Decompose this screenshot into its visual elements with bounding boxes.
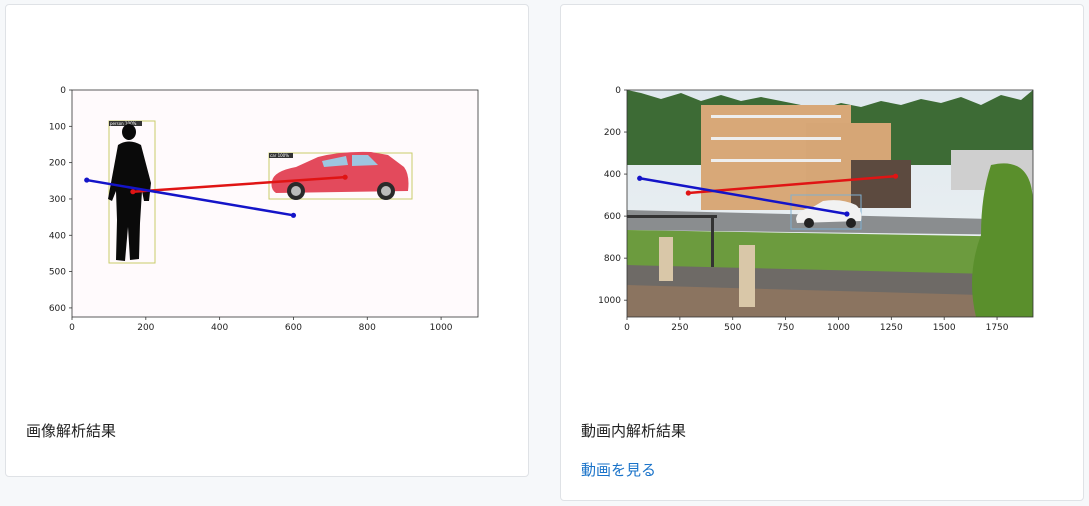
trajectory-start-point	[637, 175, 643, 181]
x-tick-label: 800	[359, 323, 376, 333]
view-video-link[interactable]: 動画を見る	[581, 459, 656, 480]
video-frame	[627, 90, 1033, 317]
x-axis-ticks: 0 250 500 750 1000 1250 1500 1750	[624, 317, 1009, 333]
y-tick-label: 600	[49, 304, 66, 314]
trajectory-start-point	[130, 189, 136, 195]
y-tick-label: 300	[49, 195, 66, 205]
video-analysis-plot: 0 200 400 600 800 1000 0 250 500 750 1000 1250 1500…	[598, 86, 1034, 333]
video-analysis-title: 動画内解析結果	[581, 422, 687, 440]
y-tick-label: 0	[615, 86, 621, 96]
x-axis-ticks: 0 200 400 600 800 1000	[69, 317, 453, 333]
x-tick-label: 1000	[430, 323, 453, 333]
x-tick-label: 400	[211, 323, 228, 333]
image-analysis-plot: 0100200300400500600 0 200 400 600 800 1000 pe…	[49, 86, 479, 333]
x-tick-label: 750	[777, 323, 794, 333]
x-tick-label: 500	[724, 323, 741, 333]
y-tick-label: 400	[49, 231, 66, 241]
image-analysis-title: 画像解析結果	[26, 422, 117, 440]
x-tick-label: 600	[285, 323, 302, 333]
x-tick-label: 0	[624, 323, 630, 333]
video-analysis-card: 0 200 400 600 800 1000 0 250 500 750 1000 1250 1500…	[560, 4, 1084, 501]
y-tick-label: 500	[49, 268, 66, 278]
y-tick-label: 1000	[598, 296, 621, 306]
y-tick-label: 0	[60, 86, 66, 96]
y-tick-label: 200	[49, 159, 66, 169]
trajectory-end-point	[844, 211, 850, 217]
x-tick-label: 1250	[880, 323, 903, 333]
trajectory-end-point	[892, 173, 899, 179]
x-tick-label: 250	[671, 323, 688, 333]
y-tick-label: 200	[604, 128, 621, 138]
x-tick-label: 1000	[827, 323, 850, 333]
trajectory-start-point	[84, 177, 90, 183]
x-tick-label: 1500	[933, 323, 956, 333]
y-tick-label: 100	[49, 122, 66, 132]
x-tick-label: 200	[137, 323, 154, 333]
y-tick-label: 800	[604, 254, 621, 264]
trajectory-end-point	[342, 174, 348, 180]
y-tick-label: 600	[604, 212, 621, 222]
y-axis-ticks: 0 200 400 600 800 1000	[598, 86, 627, 306]
image-analysis-card: 0 100 200 300 400 500 600 0 200 400 600 800 1000 pe…	[5, 4, 529, 477]
trajectory-start-point	[685, 190, 691, 196]
y-tick-label: 400	[604, 170, 621, 180]
y-axis-ticks: 0 100 200 300 400 500 600	[49, 86, 72, 314]
x-tick-label: 1750	[986, 323, 1009, 333]
car-detection-label: car 100%	[270, 153, 289, 158]
x-tick-label: 0	[69, 323, 75, 333]
trajectory-end-point	[290, 212, 297, 218]
